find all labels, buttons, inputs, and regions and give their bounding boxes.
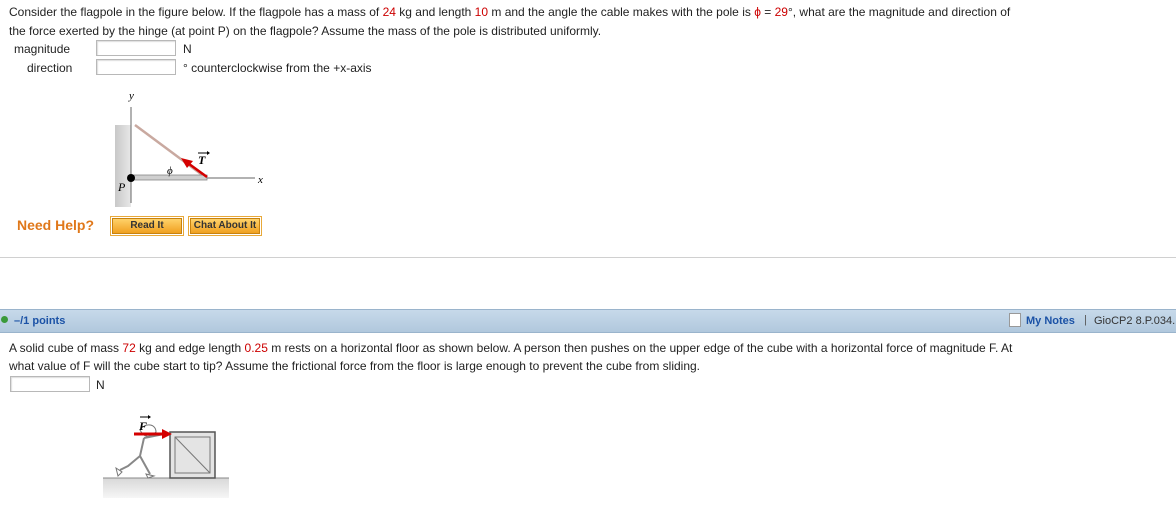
direction-label: direction (27, 61, 73, 75)
magnitude-unit: N (183, 42, 192, 56)
my-notes-link[interactable]: My Notes (1026, 315, 1075, 327)
wall (115, 125, 131, 207)
phi-label: ϕ (167, 165, 173, 177)
f-vector-tip (148, 415, 151, 419)
f-label: F (138, 419, 147, 433)
header-separator: | (1084, 314, 1087, 326)
flagpole-figure: y x P ϕ T (115, 90, 263, 207)
read-it-button[interactable]: Read It (110, 216, 184, 236)
question-2-header: –/1 points My Notes | GioCP2 8.P.034. (0, 309, 1176, 333)
direction-unit: ° counterclockwise from the +x-axis (183, 61, 372, 75)
problem-code: GioCP2 8.P.034. (1094, 315, 1176, 327)
floor (103, 478, 229, 498)
length-value: 10 (474, 5, 489, 19)
notes-icon[interactable] (1009, 313, 1021, 327)
x-label: x (257, 174, 263, 186)
hinge-point (127, 174, 135, 182)
chat-about-it-button[interactable]: Chat About It (188, 216, 262, 236)
direction-input[interactable] (96, 59, 176, 75)
question-1-text: Consider the flagpole in the figure belo… (9, 5, 1011, 38)
person-body (119, 433, 165, 475)
expand-icon[interactable] (1, 316, 8, 323)
question-2-text: A solid cube of mass 72 kg and edge leng… (9, 341, 1013, 373)
p-label: P (117, 180, 126, 194)
angle-value: 29 (774, 5, 788, 19)
cube-mass-value: 72 (122, 341, 136, 355)
y-label: y (128, 90, 134, 102)
question-separator (0, 257, 1176, 258)
cube-figure: F (103, 415, 229, 498)
magnitude-input[interactable] (96, 40, 176, 56)
phi-symbol: ϕ (754, 5, 761, 19)
points-label: –/1 points (14, 315, 66, 327)
t-vector-tip (207, 151, 210, 155)
force-unit: N (96, 378, 105, 392)
magnitude-label: magnitude (14, 42, 71, 56)
need-help-label: Need Help? (17, 217, 95, 233)
mass-value: 24 (382, 5, 396, 19)
edge-length-value: 0.25 (244, 341, 268, 355)
force-answer-input[interactable] (10, 376, 90, 392)
t-label: T (198, 153, 206, 167)
